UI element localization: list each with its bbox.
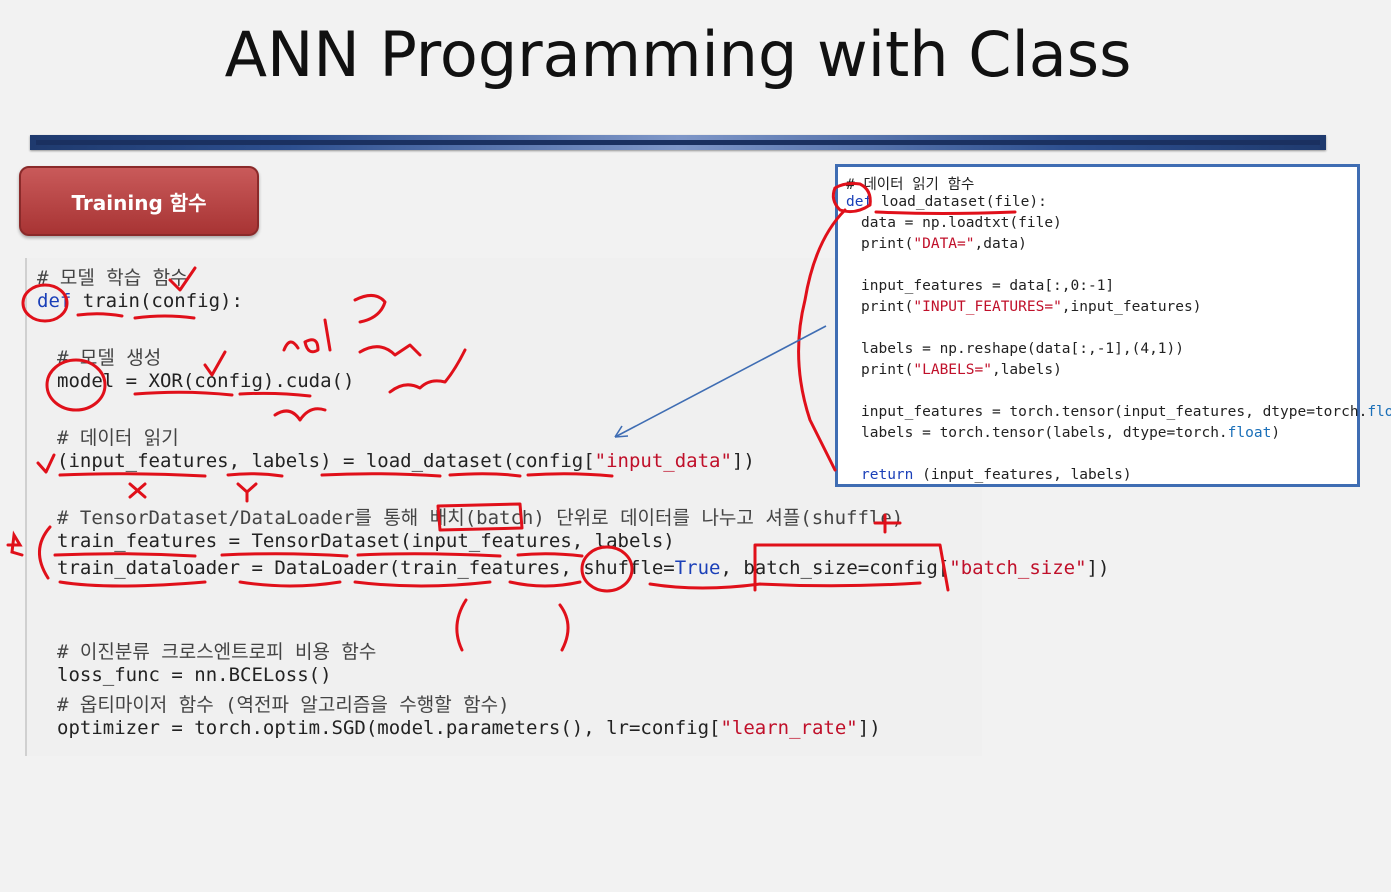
side-t2a: labels = torch.tensor(labels, dtype=torc… [861, 425, 1228, 441]
code-comment-optimizer: # 옵티마이저 함수 (역전파 알고리즘을 수행할 함수) [57, 694, 510, 716]
code-load-str: "input_data" [594, 450, 732, 472]
side-p2b: ,input_features) [1061, 299, 1202, 315]
code-load-b: ]) [731, 450, 755, 472]
side-keyword-return: return [861, 467, 914, 483]
side-t2f: float [1227, 425, 1272, 441]
star-mark [6, 530, 24, 557]
code-loss-line: loss_func = nn.BCELoss() [57, 664, 332, 686]
side-def-line: def load_dataset(file): [846, 194, 1047, 210]
code-comment-model: # 모델 생성 [57, 347, 162, 369]
code-def-train-rest: train(config): [71, 290, 243, 312]
side-print-data: print("DATA=",data) [861, 236, 1027, 252]
side-input-features: input_features = data[:,0:-1] [861, 278, 1115, 294]
side-tensor-features: input_features = torch.tensor(input_feat… [861, 404, 1391, 420]
side-keyword-def: def [846, 194, 873, 210]
side-labels-reshape: labels = np.reshape(data[:,-1],(4,1)) [861, 341, 1185, 357]
side-tensor-labels: labels = torch.tensor(labels, dtype=torc… [861, 425, 1280, 441]
side-p1a: print( [861, 236, 914, 252]
side-t1a: input_features = torch.tensor(input_feat… [861, 404, 1368, 420]
code-dl-c: ]) [1086, 557, 1110, 579]
side-loadtxt: data = np.loadtxt(file) [861, 215, 1062, 231]
code-dl-str: "batch_size" [949, 557, 1087, 579]
code-load-line: (input_features, labels) = load_dataset(… [57, 450, 755, 472]
side-print-features: print("INPUT_FEATURES=",input_features) [861, 299, 1201, 315]
slide-title: ANN Programming with Class [224, 18, 1132, 91]
load-dataset-panel: # 데이터 읽기 함수 def load_dataset(file): data… [835, 164, 1391, 487]
code-train-features-line: train_features = TensorDataset(input_fea… [57, 530, 675, 552]
side-p2a: print( [861, 299, 914, 315]
side-def-rest: load_dataset(file): [872, 194, 1047, 210]
code-load-a: (input_features, labels) = load_dataset(… [57, 450, 595, 472]
side-return-line: return (input_features, labels) [861, 467, 1132, 483]
side-p1b: ,data) [974, 236, 1027, 252]
side-p1s: "DATA=" [913, 236, 975, 252]
side-print-labels: print("LABELS=",labels) [861, 362, 1062, 378]
code-comment-data: # 데이터 읽기 [57, 427, 179, 449]
code-opt-b: ]) [857, 717, 881, 739]
side-p3b: ,labels) [991, 362, 1062, 378]
side-comment: # 데이터 읽기 함수 [846, 177, 975, 193]
code-comment-train: # 모델 학습 함수 [37, 267, 188, 289]
code-dl-a: train_dataloader = DataLoader(train_feat… [57, 557, 675, 579]
code-optimizer-line: optimizer = torch.optim.SGD(model.parame… [57, 717, 881, 739]
side-t2b: ) [1271, 425, 1281, 441]
code-opt-a: optimizer = torch.optim.SGD(model.parame… [57, 717, 721, 739]
code-def-train: def train(config): [37, 290, 243, 312]
keyword-def: def [37, 290, 72, 312]
side-p3s: "LABELS=" [913, 362, 992, 378]
code-model-line: model = XOR(config).cuda() [57, 370, 355, 392]
code-opt-str: "learn_rate" [720, 717, 858, 739]
code-dataloader-line: train_dataloader = DataLoader(train_feat… [57, 557, 1109, 579]
code-dl-true: True [674, 557, 721, 579]
side-p2s: "INPUT_FEATURES=" [913, 299, 1062, 315]
code-dl-b: , batch_size=config[ [720, 557, 950, 579]
title-divider-bar [30, 135, 1326, 150]
code-comment-dataloader: # TensorDataset/DataLoader를 통해 배치(batch)… [57, 507, 904, 529]
code-comment-loss: # 이진분류 크로스엔트로피 비용 함수 [57, 641, 377, 663]
training-section-button[interactable]: Training 함수 [19, 166, 259, 236]
side-t1f: float [1367, 404, 1391, 420]
side-p3a: print( [861, 362, 914, 378]
side-return-rest: (input_features, labels) [913, 467, 1132, 483]
